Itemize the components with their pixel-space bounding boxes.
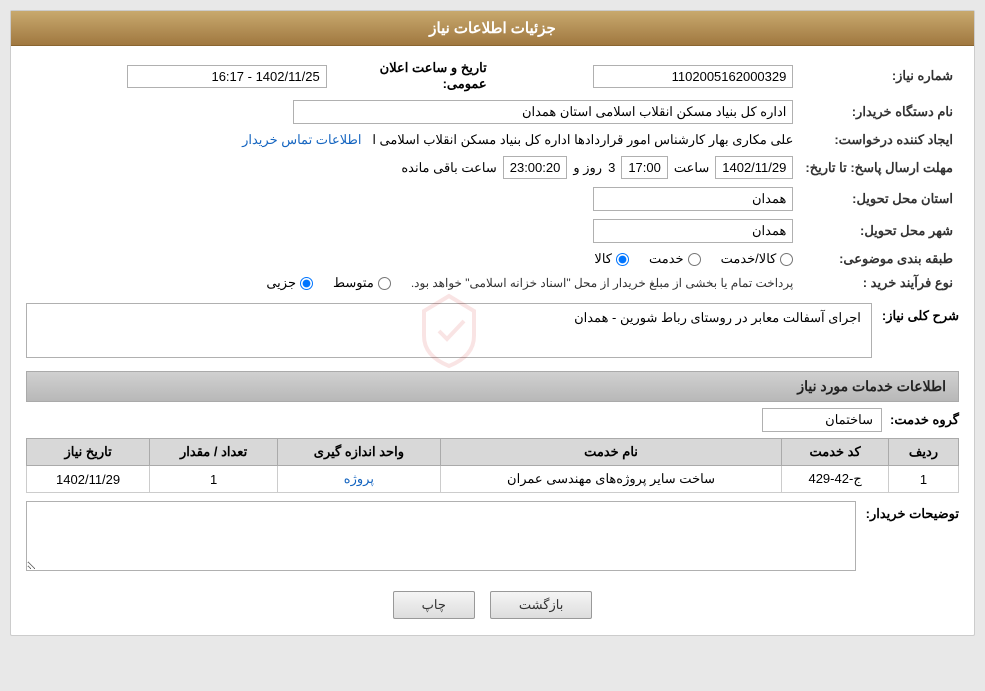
card-body: شماره نیاز: 1102005162000329 تاریخ و ساع…: [11, 46, 974, 635]
radio-partial-input[interactable]: [300, 277, 313, 290]
radio-goods[interactable]: کالا: [594, 251, 629, 267]
purchase-type-label: نوع فرآیند خرید :: [799, 271, 959, 295]
buyer-desc-textarea[interactable]: [26, 501, 856, 571]
buyer-org-value: اداره کل بنیاد مسکن انقلاب اسلامی استان …: [26, 96, 799, 128]
remaining-time-box: 23:00:20: [503, 156, 568, 179]
province-label: استان محل تحویل:: [799, 183, 959, 215]
purchase-radio-group: پرداخت تمام یا بخشی از مبلغ خریدار از مح…: [32, 275, 793, 291]
logo-overlay-svg: [409, 291, 489, 371]
table-row: 1 ج-42-429 ساخت سایر پروژه‌های مهندسی عم…: [27, 466, 959, 493]
province-value: همدان: [26, 183, 799, 215]
row-purchase-type: نوع فرآیند خرید : پرداخت تمام یا بخشی از…: [26, 271, 959, 295]
deadline-row: 1402/11/29 ساعت 17:00 3 روز و 23:00:20 س…: [26, 152, 799, 183]
print-button[interactable]: چاپ: [393, 591, 475, 619]
footer-buttons: بازگشت چاپ: [26, 579, 959, 625]
main-card: جزئیات اطلاعات نیاز شماره نیاز: 11020051…: [10, 10, 975, 636]
deadline-time-box: 17:00: [621, 156, 668, 179]
purchase-note-text: پرداخت تمام یا بخشی از مبلغ خریدار از مح…: [411, 276, 794, 290]
col-service-name: نام خدمت: [440, 439, 782, 466]
services-section-header: اطلاعات خدمات مورد نیاز: [26, 371, 959, 402]
narration-text: اجرای آسفالت معابر در روستای رباط شورین …: [26, 303, 872, 358]
back-button[interactable]: بازگشت: [490, 591, 592, 619]
deadline-days: 3: [608, 160, 615, 175]
row-need-number: شماره نیاز: 1102005162000329 تاریخ و ساع…: [26, 56, 959, 96]
card-header: جزئیات اطلاعات نیاز: [11, 11, 974, 46]
city-box: همدان: [593, 219, 793, 243]
creator-link[interactable]: اطلاعات تماس خریدار: [242, 132, 361, 147]
radio-medium-input[interactable]: [378, 277, 391, 290]
need-number-box: 1102005162000329: [593, 65, 793, 88]
deadline-day-label: روز و: [573, 160, 602, 176]
cell-service-code: ج-42-429: [782, 466, 889, 493]
buyer-desc-label: توضیحات خریدار:: [866, 501, 959, 522]
deadline-date-row: 1402/11/29 ساعت 17:00 3 روز و 23:00:20 س…: [32, 156, 793, 179]
cell-unit: پروژه: [278, 466, 441, 493]
deadline-time-label: ساعت: [674, 160, 709, 176]
radio-service-input[interactable]: [688, 253, 701, 266]
deadline-date-box: 1402/11/29: [715, 156, 793, 179]
announcement-date-value: 1402/11/25 - 16:17: [26, 56, 333, 96]
radio-goods-input[interactable]: [616, 253, 629, 266]
cat-goods-label: کالا: [594, 251, 612, 267]
remaining-label: ساعت باقی مانده: [401, 160, 496, 176]
category-label: طبقه بندی موضوعی:: [799, 247, 959, 271]
narration-value: اجرای آسفالت معابر در روستای رباط شورین …: [574, 310, 861, 325]
cell-quantity: 1: [150, 466, 278, 493]
info-table-top: شماره نیاز: 1102005162000329 تاریخ و ساع…: [26, 56, 959, 295]
group-row: گروه خدمت: ساختمان: [26, 408, 959, 432]
creator-text: علی مکاری بهار کارشناس امور قراردادها اد…: [372, 132, 793, 147]
row-province: استان محل تحویل: همدان: [26, 183, 959, 215]
service-table-head: ردیف کد خدمت نام خدمت واحد اندازه گیری ت…: [27, 439, 959, 466]
col-quantity: تعداد / مقدار: [150, 439, 278, 466]
radio-goods-service[interactable]: کالا/خدمت: [721, 251, 794, 267]
radio-service[interactable]: خدمت: [649, 251, 701, 267]
narration-label: شرح کلی نیاز:: [882, 303, 959, 324]
page-wrapper: جزئیات اطلاعات نیاز شماره نیاز: 11020051…: [0, 0, 985, 691]
col-row-num: ردیف: [888, 439, 958, 466]
cell-row-num: 1: [888, 466, 958, 493]
announcement-date-label: تاریخ و ساعت اعلان عمومی:: [333, 56, 493, 96]
row-city: شهر محل تحویل: همدان: [26, 215, 959, 247]
need-number-value: 1102005162000329: [493, 56, 800, 96]
narration-area: اجرای آسفالت معابر در روستای رباط شورین …: [26, 303, 872, 363]
need-number-label: شماره نیاز:: [799, 56, 959, 96]
row-deadline: مهلت ارسال پاسخ: تا تاریخ: 1402/11/29 سا…: [26, 152, 959, 183]
category-radio-group: کالا/خدمت خدمت کالا: [32, 251, 793, 267]
purchase-medium-label: متوسط: [333, 275, 374, 291]
col-unit: واحد اندازه گیری: [278, 439, 441, 466]
row-category: طبقه بندی موضوعی: کالا/خدمت خدمت: [26, 247, 959, 271]
province-box: همدان: [593, 187, 793, 211]
row-creator: ایجاد کننده درخواست: علی مکاری بهار کارش…: [26, 128, 959, 152]
cat-service-label: خدمت: [649, 251, 684, 267]
city-label: شهر محل تحویل:: [799, 215, 959, 247]
col-need-date: تاریخ نیاز: [27, 439, 150, 466]
radio-medium[interactable]: متوسط: [333, 275, 391, 291]
cell-service-name: ساخت سایر پروژه‌های مهندسی عمران: [440, 466, 782, 493]
purchase-type-value: پرداخت تمام یا بخشی از مبلغ خریدار از مح…: [26, 271, 799, 295]
row-buyer-org: نام دستگاه خریدار: اداره کل بنیاد مسکن ا…: [26, 96, 959, 128]
deadline-label: مهلت ارسال پاسخ: تا تاریخ:: [799, 152, 959, 183]
col-service-code: کد خدمت: [782, 439, 889, 466]
radio-partial[interactable]: جزیی: [266, 275, 313, 291]
purchase-partial-label: جزیی: [266, 275, 296, 291]
creator-value: علی مکاری بهار کارشناس امور قراردادها اد…: [26, 128, 799, 152]
buyer-org-label: نام دستگاه خریدار:: [799, 96, 959, 128]
cat-goods-service-label: کالا/خدمت: [721, 251, 777, 267]
buyer-org-box: اداره کل بنیاد مسکن انقلاب اسلامی استان …: [293, 100, 793, 124]
group-label: گروه خدمت:: [890, 412, 959, 428]
service-table-header-row: ردیف کد خدمت نام خدمت واحد اندازه گیری ت…: [27, 439, 959, 466]
buyer-desc-section: توضیحات خریدار:: [26, 501, 959, 571]
narration-section: شرح کلی نیاز: اجرای آسفالت معابر در روست…: [26, 303, 959, 363]
cell-need-date: 1402/11/29: [27, 466, 150, 493]
service-table-body: 1 ج-42-429 ساخت سایر پروژه‌های مهندسی عم…: [27, 466, 959, 493]
service-table: ردیف کد خدمت نام خدمت واحد اندازه گیری ت…: [26, 438, 959, 493]
announcement-date-box: 1402/11/25 - 16:17: [127, 65, 327, 88]
page-title: جزئیات اطلاعات نیاز: [429, 20, 556, 37]
group-value: ساختمان: [762, 408, 882, 432]
radio-goods-service-input[interactable]: [780, 253, 793, 266]
category-radios: کالا/خدمت خدمت کالا: [26, 247, 799, 271]
creator-label: ایجاد کننده درخواست:: [799, 128, 959, 152]
city-value: همدان: [26, 215, 799, 247]
